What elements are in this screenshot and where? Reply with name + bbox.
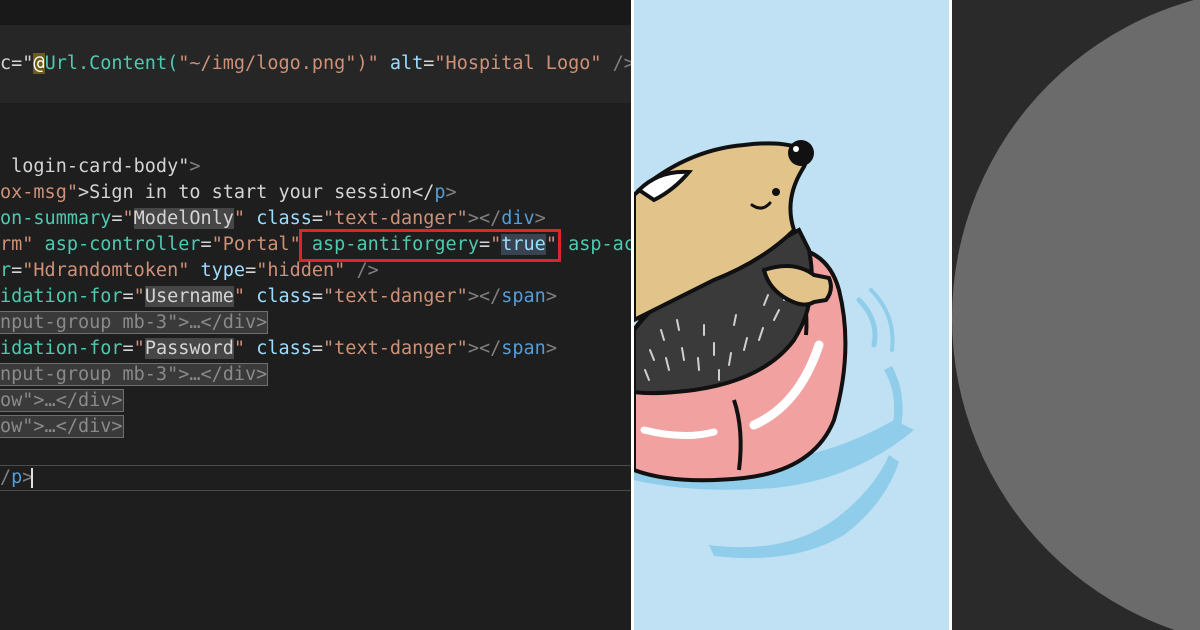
code-line-6[interactable]: r="Hdrandomtoken" type="hidden" /> [0, 258, 379, 284]
editor-line-band-spacer [0, 103, 631, 128]
code-line-2[interactable]: login-card-body"> [0, 154, 200, 180]
code-line-7[interactable]: idation-for="Username" class="text-dange… [0, 284, 557, 310]
hedgehog-illustration [634, 140, 914, 559]
code-line-3[interactable]: ox-msg">Sign in to start your session</p… [0, 180, 457, 206]
collapsed-region[interactable]: ow">…</div> [0, 389, 124, 412]
hedgehog-eye-icon [772, 188, 780, 196]
current-line-highlight [0, 465, 631, 491]
code-line-9[interactable]: idation-for="Password" class="text-dange… [0, 336, 557, 362]
code-line-13[interactable]: /p> [0, 465, 33, 491]
editor-top-strip [0, 0, 631, 25]
code-line-10[interactable]: nput-group mb-3">…</div> [0, 362, 269, 388]
hedgehog-nose-icon [788, 140, 814, 166]
text-caret [31, 468, 33, 488]
code-editor-panel: c="@Url.Content("~/img/logo.png")" alt="… [0, 0, 631, 630]
water-ripple-icon [884, 366, 903, 432]
collapsed-region[interactable]: ow">…</div> [0, 415, 124, 438]
collapsed-region[interactable]: nput-group mb-3">…</div> [0, 363, 269, 386]
hedgehog-illustration-panel [634, 0, 949, 630]
code-line-1[interactable]: c="@Url.Content("~/img/logo.png")" alt="… [0, 51, 631, 77]
code-line-11[interactable]: ow">…</div> [0, 388, 124, 414]
decorative-circle-panel [952, 0, 1200, 630]
code-line-12[interactable]: ow">…</div> [0, 414, 124, 440]
code-line-8[interactable]: nput-group mb-3">…</div> [0, 310, 269, 336]
grey-circle-icon [952, 0, 1200, 630]
collapsed-region[interactable]: nput-group mb-3">…</div> [0, 311, 269, 334]
